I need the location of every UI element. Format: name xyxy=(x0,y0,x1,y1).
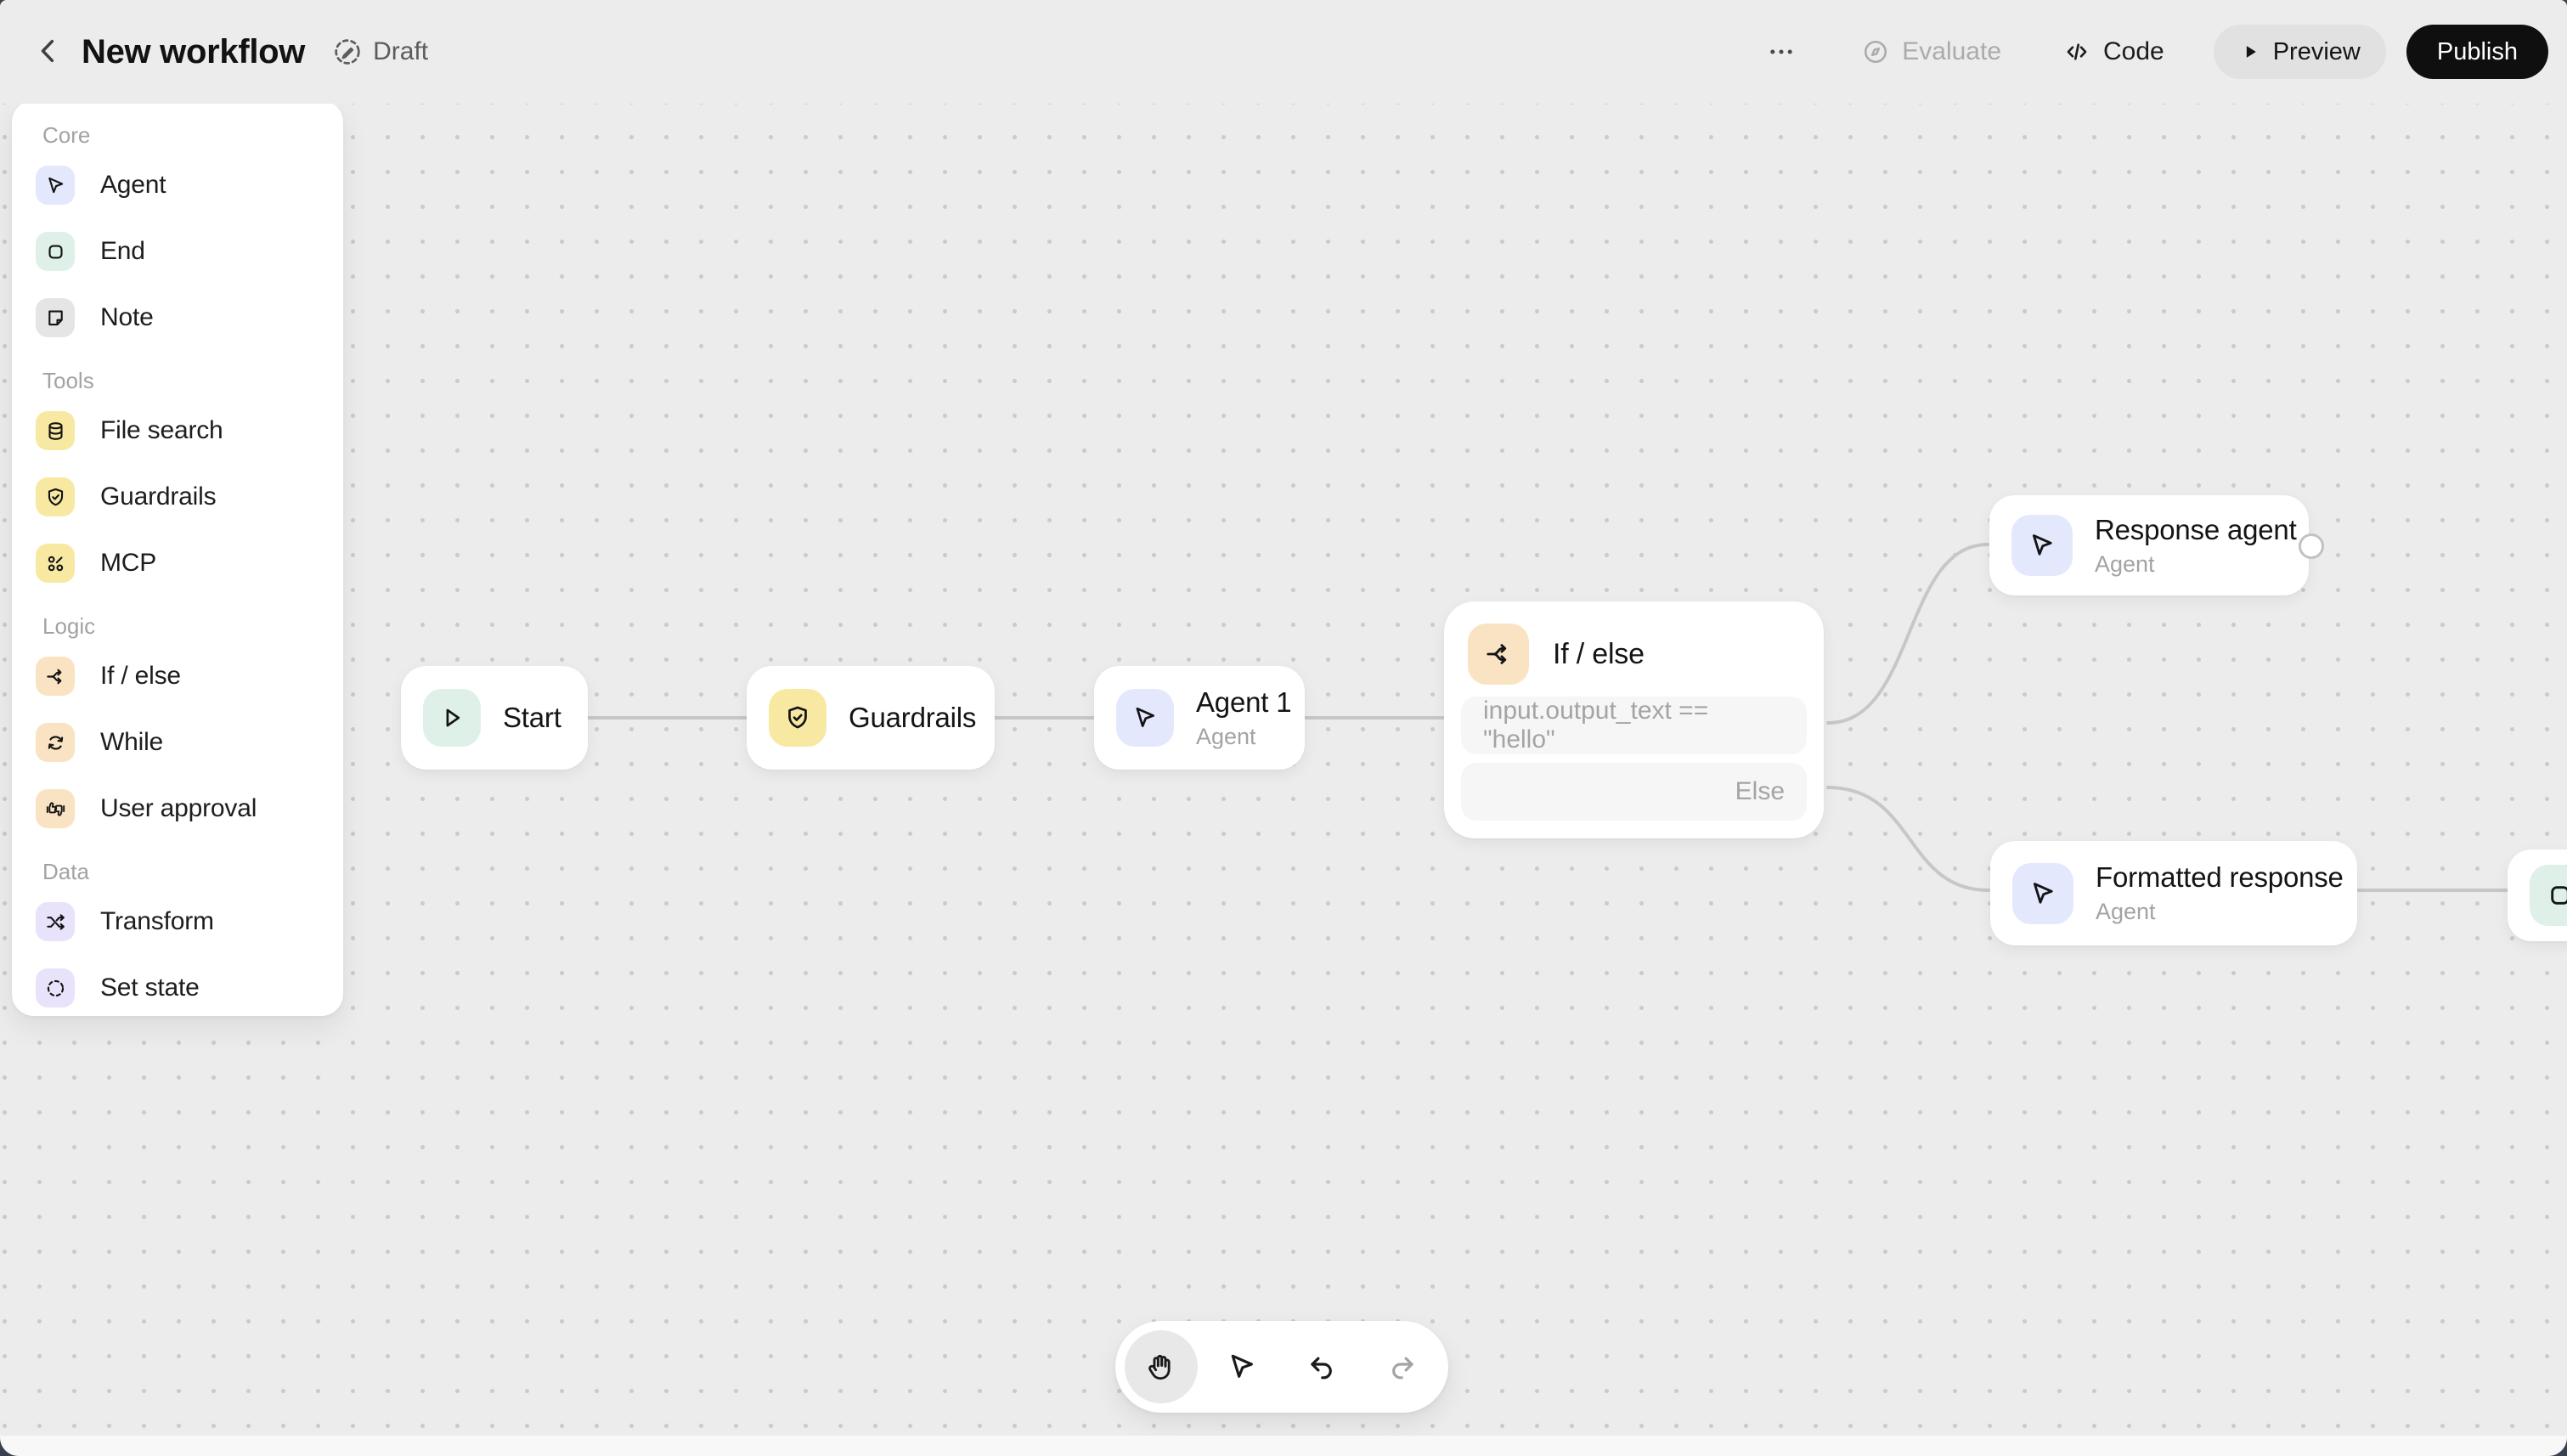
node-response-agent[interactable]: Response agent Agent xyxy=(1989,495,2309,595)
section-label-core: Core xyxy=(42,122,91,148)
edge-else-formatted-response xyxy=(1826,786,1990,892)
thumbs-icon xyxy=(36,789,75,828)
shuffle-icon xyxy=(36,902,75,941)
output-port[interactable] xyxy=(2299,533,2324,559)
draft-pencil-icon xyxy=(332,37,363,67)
node-end-partial[interactable] xyxy=(2508,849,2567,941)
code-button[interactable]: Code xyxy=(2056,25,2171,79)
shield-check-icon xyxy=(36,477,75,516)
palette-item-if-else[interactable]: If / else xyxy=(36,657,331,696)
square-icon xyxy=(36,232,75,271)
node-guardrails[interactable]: Guardrails xyxy=(747,666,995,770)
palette-item-note[interactable]: Note xyxy=(36,298,331,337)
palette-item-agent[interactable]: Agent xyxy=(36,166,331,205)
back-button[interactable] xyxy=(29,32,68,71)
loop-icon xyxy=(36,723,75,762)
redo-icon xyxy=(1386,1351,1419,1383)
top-bar: New workflow Draft Evaluate Code Preview… xyxy=(0,0,2567,104)
preview-button[interactable]: Preview xyxy=(2213,25,2386,79)
node-title: Guardrails xyxy=(849,702,977,733)
node-agent-1[interactable]: Agent 1 Agent xyxy=(1094,666,1305,770)
node-title: Agent 1 xyxy=(1196,686,1292,718)
section-label-data: Data xyxy=(42,859,89,884)
if-condition-expression: input.output_text == "hello" xyxy=(1483,697,1709,753)
else-row[interactable]: Else xyxy=(1461,763,1807,821)
code-icon xyxy=(2062,37,2091,66)
undo-button[interactable] xyxy=(1285,1330,1358,1403)
node-title: If / else xyxy=(1553,637,1645,670)
shield-check-icon xyxy=(769,689,827,747)
draft-label: Draft xyxy=(373,37,429,65)
play-icon xyxy=(2239,41,2261,63)
node-formatted-response[interactable]: Formatted response Agent xyxy=(1990,841,2357,945)
cursor-icon xyxy=(2011,515,2073,576)
cursor-icon xyxy=(2012,862,2073,924)
select-tool-button[interactable] xyxy=(1205,1330,1278,1403)
redo-button[interactable] xyxy=(1366,1330,1439,1403)
node-start[interactable]: Start xyxy=(401,666,588,770)
hand-icon xyxy=(1144,1350,1178,1384)
palette-item-transform[interactable]: Transform xyxy=(36,902,331,941)
palette-item-end[interactable]: End xyxy=(36,232,331,271)
note-icon xyxy=(36,298,75,337)
dashed-circle-icon xyxy=(36,968,75,1007)
node-subtitle: Agent xyxy=(2095,550,2155,577)
undo-icon xyxy=(1306,1351,1338,1383)
palette-item-user-approval[interactable]: User approval xyxy=(36,789,331,828)
node-palette: Core Agent End Note Tools File search Gu… xyxy=(12,100,343,1016)
node-subtitle: Agent xyxy=(1196,723,1256,749)
node-title: Start xyxy=(503,702,561,733)
agent-workflow-builder: Start Guardrails Agent 1 Agent If / else… xyxy=(0,0,2567,1456)
node-subtitle: Agent xyxy=(2096,899,2156,924)
node-if-else[interactable]: If / else input.output_text == "hello" E… xyxy=(1444,601,1824,838)
workflow-title: New workflow xyxy=(82,32,306,71)
node-title: Formatted response xyxy=(2096,861,2344,893)
cursor-icon xyxy=(36,166,75,205)
mcp-icon xyxy=(36,544,75,583)
palette-item-while[interactable]: While xyxy=(36,723,331,762)
compass-icon xyxy=(1861,37,1890,66)
chevron-left-icon xyxy=(31,34,65,71)
if-condition-row[interactable]: input.output_text == "hello" xyxy=(1461,697,1807,754)
edge-if-response-agent xyxy=(1826,543,1989,725)
workflow-canvas[interactable]: Start Guardrails Agent 1 Agent If / else… xyxy=(0,0,2567,1456)
more-options-button[interactable] xyxy=(1756,26,1807,77)
end-square-icon xyxy=(2530,865,2567,926)
node-title: Response agent xyxy=(2095,513,2297,545)
cursor-icon xyxy=(1116,689,1174,747)
cursor-icon xyxy=(1225,1350,1259,1384)
publish-button[interactable]: Publish xyxy=(2406,25,2548,79)
palette-item-set-state[interactable]: Set state xyxy=(36,968,331,1007)
section-label-tools: Tools xyxy=(42,368,94,393)
else-label: Else xyxy=(1735,777,1785,805)
palette-item-guardrails[interactable]: Guardrails xyxy=(36,477,331,516)
branch-icon xyxy=(36,657,75,696)
section-label-logic: Logic xyxy=(42,613,96,639)
evaluate-button[interactable]: Evaluate xyxy=(1854,25,2008,79)
pan-tool-button[interactable] xyxy=(1125,1330,1198,1403)
canvas-toolbar xyxy=(1115,1321,1448,1413)
draft-badge: Draft xyxy=(332,37,428,67)
database-icon xyxy=(36,411,75,450)
palette-item-mcp[interactable]: MCP xyxy=(36,544,331,583)
play-icon xyxy=(423,689,481,747)
palette-item-file-search[interactable]: File search xyxy=(36,411,331,450)
branch-icon xyxy=(1468,624,1529,685)
ellipsis-icon xyxy=(1766,37,1797,67)
